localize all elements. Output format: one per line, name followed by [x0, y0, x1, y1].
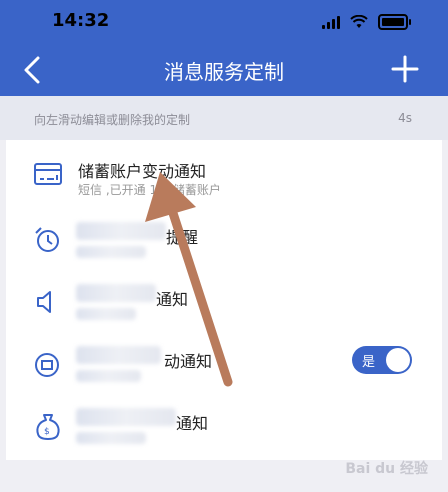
watermark: Bai du 经验	[345, 461, 428, 477]
item-title: 储蓄账户变动通知	[78, 162, 207, 181]
activity-toggle[interactable]: 是	[352, 346, 412, 374]
item-title: 通知	[176, 414, 209, 433]
list-item-reminder[interactable]: 提醒	[6, 210, 442, 274]
blurred-subtitle	[76, 246, 146, 258]
subscription-list: 储蓄账户变动通知 短信 ,已开通 1 个储蓄账户 提醒 通知 动通知 是 $ 通…	[6, 140, 442, 460]
item-title: 提醒	[166, 228, 199, 247]
blurred-subtitle	[76, 308, 136, 320]
speaker-icon	[37, 291, 51, 313]
blurred-subtitle	[76, 432, 146, 444]
nav-bar: 消息服务定制	[0, 44, 448, 96]
blurred-title	[76, 284, 156, 302]
money-bag-icon: $	[36, 414, 60, 440]
alarm-clock-icon	[35, 227, 59, 252]
plus-icon[interactable]	[390, 54, 420, 84]
list-item-savings-notice[interactable]: 储蓄账户变动通知 短信 ,已开通 1 个储蓄账户	[6, 148, 442, 212]
wifi-icon	[350, 15, 368, 28]
svg-text:$: $	[44, 427, 50, 437]
signal-icon	[322, 15, 340, 29]
badge-icon	[35, 353, 59, 377]
status-icons	[322, 14, 411, 30]
hint-time: 4s	[398, 111, 412, 125]
battery-icon	[378, 14, 411, 30]
list-item-notice-5[interactable]: $ 通知	[6, 396, 442, 460]
item-title: 动通知	[164, 352, 213, 371]
list-item-notice-2[interactable]: 通知	[6, 272, 442, 336]
status-bar: 14:32	[0, 0, 448, 44]
card-icon	[34, 163, 62, 185]
toggle-knob	[386, 348, 410, 372]
list-item-activity-notice[interactable]: 动通知 是	[6, 334, 442, 398]
hint-bar: 向左滑动编辑或删除我的定制 4s	[0, 96, 448, 140]
blurred-title	[76, 222, 166, 240]
blurred-title	[76, 408, 176, 426]
item-title: 通知	[156, 290, 189, 309]
hint-text: 向左滑动编辑或删除我的定制	[34, 113, 191, 127]
blurred-subtitle	[76, 370, 141, 382]
page-title: 消息服务定制	[164, 60, 284, 84]
blurred-title	[76, 346, 161, 364]
item-subtitle: 短信 ,已开通 1 个储蓄账户	[78, 183, 221, 197]
status-time: 14:32	[52, 10, 110, 31]
toggle-label: 是	[362, 355, 376, 370]
